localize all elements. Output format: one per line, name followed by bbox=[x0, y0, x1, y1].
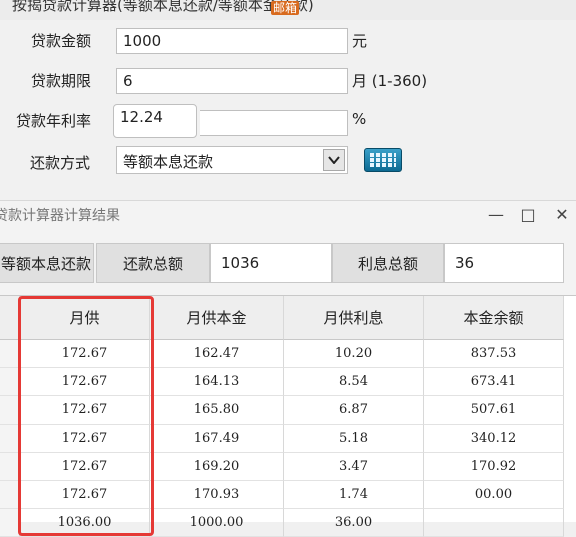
amount-label: 贷款金额 bbox=[30, 32, 91, 50]
chevron-down-icon[interactable] bbox=[323, 149, 345, 171]
table-cell: 00.00 bbox=[424, 481, 564, 510]
table-cell: 6.87 bbox=[284, 396, 424, 425]
repayment-method-value: 等额本息还款 bbox=[123, 153, 214, 171]
app-title: 按揭贷款计算器(等额本息还款/等额本金还款) bbox=[12, 0, 314, 14]
table-cell: 167.49 bbox=[150, 424, 284, 453]
term-input[interactable]: 6 bbox=[116, 68, 348, 94]
term-row: 贷款期限 6 月 (1-360) bbox=[0, 62, 576, 100]
close-icon[interactable]: ✕ bbox=[550, 202, 574, 226]
table-cell: 5.18 bbox=[284, 424, 424, 453]
amount-row: 贷款金额 1000 元 bbox=[0, 22, 576, 60]
summary-interest-label: 利息总额 bbox=[332, 243, 444, 283]
table-cell: 340.12 bbox=[424, 424, 564, 453]
amount-unit: 元 bbox=[352, 32, 368, 50]
rate-row: 贷款年利率 12.24 % bbox=[0, 102, 576, 140]
table-row-stub bbox=[0, 368, 20, 397]
repayment-method-select[interactable]: 等额本息还款 bbox=[116, 146, 348, 174]
table-row-stub bbox=[0, 452, 20, 481]
table-cell: 673.41 bbox=[424, 368, 564, 397]
table-row-stub bbox=[0, 481, 20, 510]
table-header-stub bbox=[0, 296, 20, 340]
app-title-bar: 按揭贷款计算器(等额本息还款/等额本金还款) 邮箱 bbox=[0, 0, 576, 21]
rate-label: 贷款年利率 bbox=[15, 112, 91, 130]
table-row-stub bbox=[0, 340, 20, 369]
table-cell: 3.47 bbox=[284, 452, 424, 481]
summary-interest-value: 36 bbox=[444, 243, 564, 283]
table-cell: 170.92 bbox=[424, 452, 564, 481]
table-cell: 170.93 bbox=[150, 481, 284, 510]
table-cell: 162.47 bbox=[150, 340, 284, 369]
table-row-stub bbox=[0, 509, 20, 537]
table-cell: 1.74 bbox=[284, 481, 424, 510]
summary-total-label: 还款总额 bbox=[96, 243, 210, 283]
highlight-box-monthly-payment bbox=[18, 296, 154, 536]
method-label: 还款方式 bbox=[30, 154, 91, 172]
table-cell: 164.13 bbox=[150, 368, 284, 397]
rate-input[interactable]: 12.24 bbox=[113, 104, 197, 138]
loan-input-form: 贷款金额 1000 元 贷款期限 6 月 (1-360) 贷款年利率 12.24… bbox=[0, 20, 576, 200]
table-row-stub bbox=[0, 424, 20, 453]
rate-input-field-bg bbox=[200, 110, 348, 136]
maximize-icon[interactable]: □ bbox=[516, 202, 540, 226]
minimize-icon[interactable]: — bbox=[484, 202, 508, 226]
summary-method: 等额本息还款 bbox=[0, 243, 94, 283]
table-row-stub bbox=[0, 396, 20, 425]
table-cell bbox=[424, 509, 564, 537]
table-cell: 169.20 bbox=[150, 452, 284, 481]
watermark-badge: 邮箱 bbox=[271, 1, 300, 15]
table-cell: 1000.00 bbox=[150, 509, 284, 537]
rate-unit: % bbox=[352, 110, 367, 128]
term-unit: 月 (1-360) bbox=[352, 72, 428, 90]
column-header-4[interactable]: 本金余额 bbox=[424, 296, 564, 340]
table-cell: 507.61 bbox=[424, 396, 564, 425]
column-header-2[interactable]: 月供本金 bbox=[150, 296, 284, 340]
calculator-icon[interactable] bbox=[364, 148, 402, 172]
table-cell: 10.20 bbox=[284, 340, 424, 369]
table-cell: 8.54 bbox=[284, 368, 424, 397]
table-cell: 165.80 bbox=[150, 396, 284, 425]
summary-total-value: 1036 bbox=[210, 243, 332, 283]
column-header-3[interactable]: 月供利息 bbox=[284, 296, 424, 340]
term-label: 贷款期限 bbox=[30, 72, 91, 90]
amount-input[interactable]: 1000 bbox=[116, 28, 348, 54]
table-cell: 837.53 bbox=[424, 340, 564, 369]
result-window-title: 贷款计算器计算结果 bbox=[0, 208, 120, 224]
table-cell: 36.00 bbox=[284, 509, 424, 537]
